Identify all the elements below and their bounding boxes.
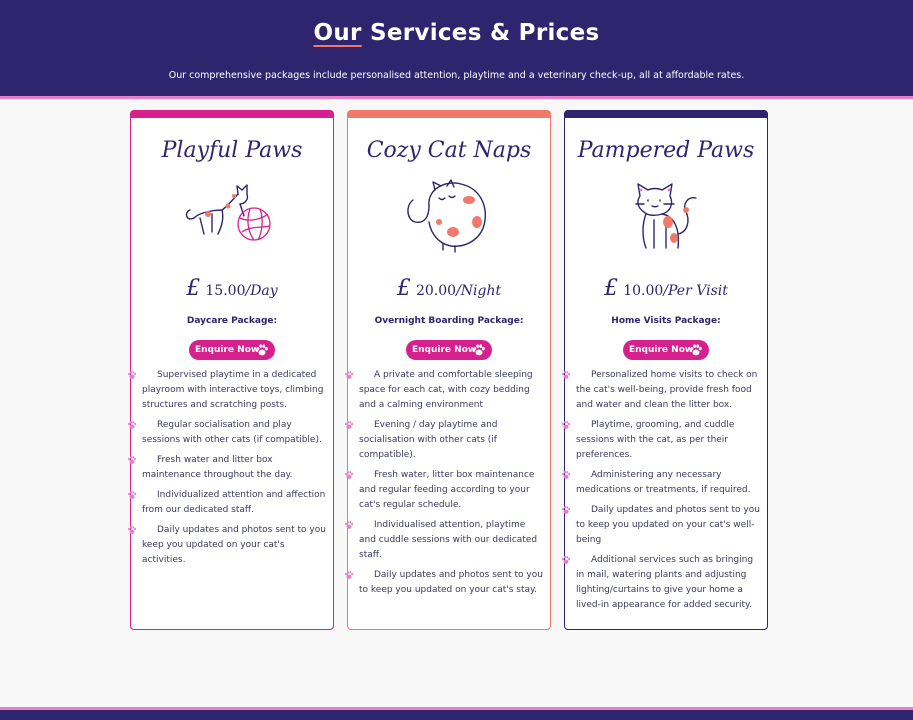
paw-bullet-icon — [344, 570, 354, 580]
enquire-now-button[interactable]: Enquire Now — [623, 340, 709, 360]
paw-bullet-icon — [127, 490, 137, 500]
paw-bullet-icon — [561, 470, 571, 480]
list-item: Playtime, grooming, and cuddle sessions … — [576, 418, 760, 463]
sleeping-cat-icon — [407, 179, 486, 253]
paw-icon — [255, 343, 269, 357]
title-rest: Services & Prices — [361, 20, 600, 46]
paw-bullet-icon — [344, 370, 354, 380]
page-footer — [0, 707, 913, 720]
list-item: Additional services such as bringing in … — [576, 553, 760, 613]
paw-icon — [689, 343, 703, 357]
enquire-now-button[interactable]: Enquire Now — [189, 340, 275, 360]
price: £ 10.00/Per Visit — [604, 276, 728, 301]
price: £ 15.00/Day — [186, 276, 278, 301]
paw-bullet-icon — [127, 525, 137, 535]
paw-bullet-icon — [561, 420, 571, 430]
package-name: Overnight Boarding Package: — [374, 316, 524, 326]
service-card-pampered-paws: Pampered Paws £ 10.00/Per Visit Home Vis… — [564, 110, 768, 630]
package-name: Home Visits Package: — [611, 316, 721, 326]
feature-list: A private and comfortable sleeping space… — [359, 368, 543, 603]
list-item: Personalized home visits to check on the… — [576, 368, 760, 413]
card-title: Playful Paws — [161, 138, 303, 163]
list-item: A private and comfortable sleeping space… — [359, 368, 543, 413]
service-card-cozy-cat-naps: Cozy Cat Naps £ 20.00/Night Overnight Bo… — [347, 110, 551, 630]
list-item: Fresh water and litter box maintenance t… — [142, 453, 326, 483]
list-item: Daily updates and photos sent to you to … — [576, 503, 760, 548]
page-title: Our Services & Prices — [0, 20, 913, 46]
list-item: Individualised attention, playtime and c… — [359, 518, 543, 563]
title-first-word: Our — [313, 20, 362, 46]
list-item: Individualized attention and affection f… — [142, 488, 326, 518]
paw-bullet-icon — [561, 555, 571, 565]
card-title: Cozy Cat Naps — [366, 138, 532, 163]
list-item: Regular socialisation and play sessions … — [142, 418, 326, 448]
service-card-playful-paws: Playful Paws £ 15.00/Day Daycare Package… — [130, 110, 334, 630]
package-name: Daycare Package: — [186, 316, 278, 326]
paw-bullet-icon — [561, 505, 571, 515]
page-subtitle: Our comprehensive packages include perso… — [168, 70, 745, 81]
paw-bullet-icon — [561, 370, 571, 380]
list-item: Fresh water, litter box maintenance and … — [359, 468, 543, 513]
paw-bullet-icon — [344, 520, 354, 530]
price: £ 20.00/Night — [396, 276, 502, 301]
list-item: Daily updates and photos sent to you kee… — [142, 523, 326, 568]
card-title: Pampered Paws — [577, 138, 755, 163]
list-item: Evening / day playtime and socialisation… — [359, 418, 543, 463]
paw-bullet-icon — [127, 455, 137, 465]
paw-bullet-icon — [127, 420, 137, 430]
feature-list: Supervised playtime in a dedicated playr… — [142, 368, 326, 573]
paw-bullet-icon — [344, 470, 354, 480]
cat-with-yarn-ball-icon — [185, 184, 271, 241]
page-header: Our Services & Prices Our comprehensive … — [0, 0, 913, 99]
feature-list: Personalized home visits to check on the… — [576, 368, 760, 618]
list-item: Daily updates and photos sent to you to … — [359, 568, 543, 598]
paw-bullet-icon — [127, 370, 137, 380]
paw-icon — [472, 343, 486, 357]
list-item: Supervised playtime in a dedicated playr… — [142, 368, 326, 413]
list-item: Administering any necessary medications … — [576, 468, 760, 498]
enquire-now-button[interactable]: Enquire Now — [406, 340, 492, 360]
standing-cat-icon — [635, 183, 697, 249]
paw-bullet-icon — [344, 420, 354, 430]
